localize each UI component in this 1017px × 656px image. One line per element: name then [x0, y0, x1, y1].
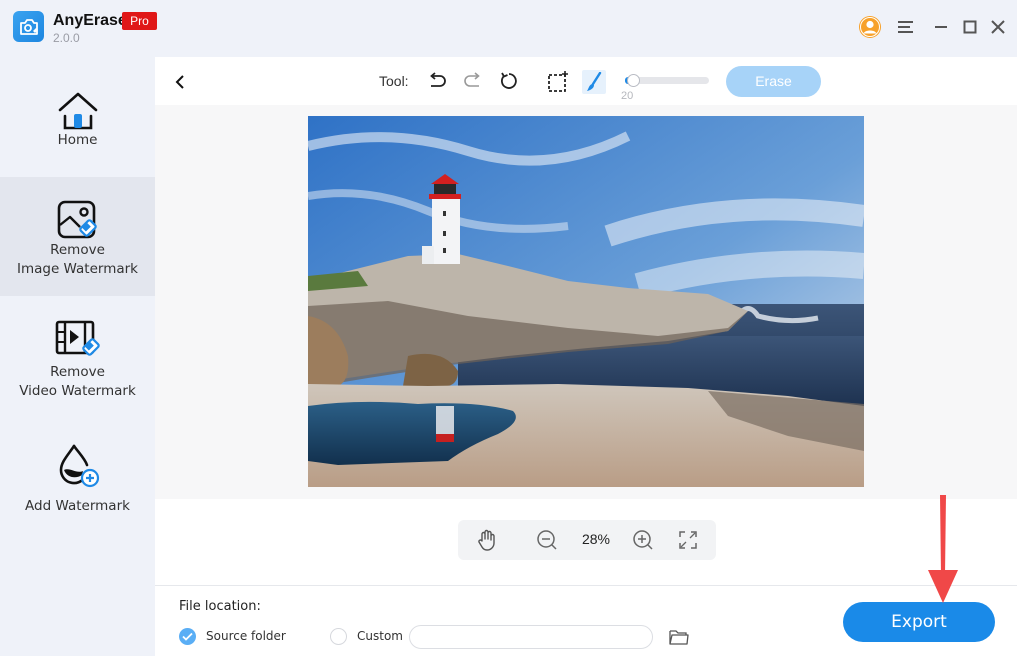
app-name: AnyErase	[53, 12, 127, 29]
sidebar-label: Image Watermark	[16, 261, 139, 277]
undo-icon	[430, 72, 446, 87]
image-eraser-icon	[57, 200, 97, 239]
zoom-in-button[interactable]	[631, 528, 655, 552]
fullscreen-button[interactable]	[676, 528, 700, 552]
video-eraser-icon	[55, 320, 100, 356]
account-icon[interactable]	[857, 14, 883, 40]
pro-badge: Pro	[122, 12, 157, 30]
browse-folder-button[interactable]	[668, 627, 690, 647]
zoom-in-icon	[633, 530, 653, 550]
drop-add-icon	[59, 444, 99, 488]
brush-size-slider[interactable]	[625, 74, 709, 87]
tool-label: Tool:	[379, 73, 409, 89]
divider	[155, 585, 1017, 586]
erase-button[interactable]: Erase	[726, 66, 821, 97]
brush-button[interactable]	[582, 70, 606, 94]
brush-size-value: 20	[621, 90, 634, 102]
back-button[interactable]	[169, 71, 191, 93]
redo-button[interactable]	[461, 70, 485, 92]
editor-panel: Tool: 20 Erase 28% File location: Source…	[155, 57, 1017, 656]
sidebar-item-remove-video-watermark[interactable]: Remove Video Watermark	[0, 296, 155, 415]
check-icon	[182, 632, 193, 641]
sidebar-item-remove-image-watermark[interactable]: Remove Image Watermark	[0, 177, 155, 296]
zoom-level: 28%	[581, 531, 611, 547]
home-icon	[58, 92, 97, 130]
fullscreen-icon	[679, 531, 697, 549]
custom-path-input[interactable]	[409, 625, 653, 649]
preview-image	[308, 116, 864, 487]
minimize-icon[interactable]	[928, 14, 954, 40]
editor-toolbar: Tool: 20 Erase	[155, 57, 1017, 105]
export-button[interactable]: Export	[843, 602, 995, 642]
zoom-bar: 28%	[458, 520, 716, 560]
redo-icon	[464, 72, 480, 87]
chevron-left-icon	[175, 75, 184, 89]
source-folder-label[interactable]: Source folder	[206, 629, 286, 643]
menu-icon[interactable]	[893, 14, 919, 40]
reset-icon	[501, 72, 517, 89]
zoom-out-button[interactable]	[535, 528, 559, 552]
folder-icon	[669, 629, 689, 645]
custom-radio[interactable]	[330, 628, 347, 645]
hand-icon	[478, 529, 495, 551]
rect-select-icon	[548, 71, 568, 92]
app-version: 2.0.0	[53, 31, 80, 45]
sidebar-label: Video Watermark	[19, 383, 136, 399]
sidebar-item-home[interactable]: Home	[0, 57, 155, 177]
brush-icon	[587, 72, 602, 91]
app-logo-icon	[13, 11, 44, 42]
sidebar-label: Remove	[50, 364, 105, 380]
source-folder-radio[interactable]	[179, 628, 196, 645]
image-canvas[interactable]	[155, 105, 1017, 499]
brush-size-slider-thumb[interactable]	[626, 74, 640, 87]
custom-label[interactable]: Custom	[357, 629, 403, 643]
file-location-label: File location:	[179, 599, 261, 614]
sidebar-label: Remove	[50, 242, 105, 258]
undo-button[interactable]	[425, 70, 449, 92]
maximize-icon[interactable]	[957, 14, 983, 40]
sidebar: Home Remove Image Watermark Remove Video…	[0, 57, 155, 656]
close-icon[interactable]	[985, 14, 1011, 40]
reset-button[interactable]	[497, 70, 521, 92]
title-bar: AnyErase Pro 2.0.0	[0, 0, 1017, 57]
sidebar-label: Add Watermark	[25, 498, 130, 514]
sidebar-item-add-watermark[interactable]: Add Watermark	[0, 415, 155, 534]
pan-button[interactable]	[475, 528, 499, 552]
sidebar-label: Home	[57, 132, 98, 148]
zoom-out-icon	[537, 530, 557, 550]
rect-select-button[interactable]	[546, 70, 570, 94]
annotation-arrow-icon	[928, 495, 958, 603]
